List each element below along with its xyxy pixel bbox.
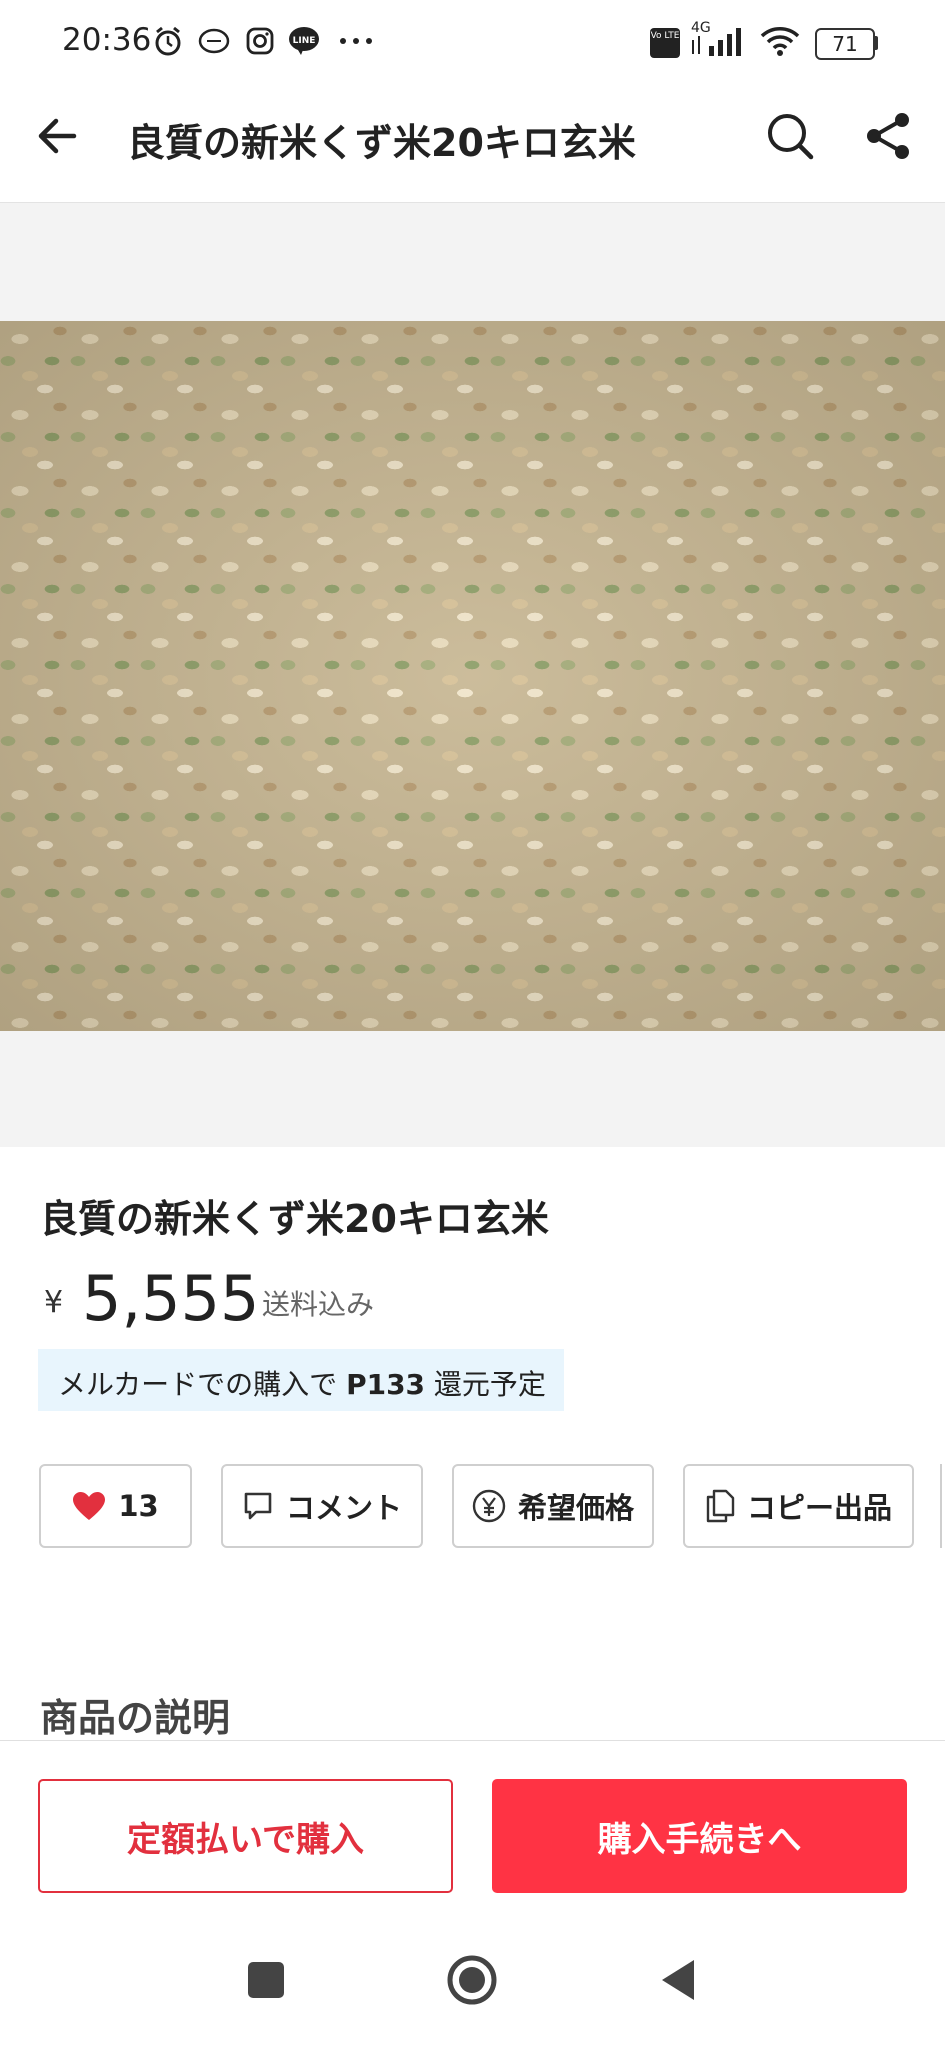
instagram-icon bbox=[242, 24, 278, 58]
copy-listing-label: コピー出品 bbox=[746, 1491, 892, 1525]
points-value: P133 bbox=[346, 1368, 426, 1401]
purchase-procedure-label: 購入手続きへ bbox=[597, 1819, 802, 1860]
system-back-button[interactable] bbox=[643, 1945, 713, 2015]
line-icon: LINE bbox=[286, 24, 322, 58]
recent-apps-button[interactable] bbox=[231, 1945, 301, 2015]
price-currency: ¥ bbox=[44, 1285, 64, 1320]
price-offer-button[interactable]: 希望価格 bbox=[452, 1464, 654, 1548]
system-nav-bar bbox=[0, 1910, 945, 2048]
price-value: 5,555 bbox=[82, 1262, 260, 1335]
yen-circle-icon bbox=[472, 1489, 506, 1523]
search-icon bbox=[768, 114, 814, 160]
points-reward-text: メルカードでの購入で P133 還元予定 bbox=[58, 1363, 546, 1403]
page-title: 良質の新米くず米20キロ玄米 bbox=[127, 121, 636, 165]
square-icon bbox=[248, 1962, 284, 1998]
more-dots-icon bbox=[336, 24, 376, 58]
comment-label: コメント bbox=[285, 1491, 402, 1525]
comment-button[interactable]: コメント bbox=[221, 1464, 423, 1548]
volte-icon: Vo LTE bbox=[650, 28, 680, 58]
price-offer-label: 希望価格 bbox=[517, 1491, 634, 1525]
status-time: 20:36 bbox=[62, 22, 152, 58]
app-bar: 良質の新米くず米20キロ玄米 bbox=[0, 84, 945, 203]
triangle-back-icon bbox=[662, 1960, 694, 2000]
installment-purchase-label: 定額払いで購入 bbox=[127, 1819, 364, 1860]
purchase-procedure-button[interactable]: 購入手続きへ bbox=[492, 1779, 907, 1893]
points-suffix: 還元予定 bbox=[425, 1368, 546, 1401]
installment-purchase-button[interactable]: 定額払いで購入 bbox=[38, 1779, 453, 1893]
copy-document-icon bbox=[706, 1489, 735, 1523]
copy-listing-button[interactable]: コピー出品 bbox=[683, 1464, 914, 1548]
product-photo-brown-rice[interactable] bbox=[0, 321, 945, 1031]
points-reward-banner: メルカードでの購入で P133 還元予定 bbox=[38, 1349, 564, 1411]
status-bar: 20:36 LINE Vo LTE 4G 71 bbox=[0, 0, 945, 84]
like-count: 13 bbox=[118, 1489, 159, 1523]
svg-text:LINE: LINE bbox=[293, 36, 316, 46]
purchase-bar: 定額払いで購入 購入手続きへ bbox=[0, 1740, 945, 1911]
points-prefix: メルカードでの購入で bbox=[58, 1368, 347, 1401]
share-icon bbox=[867, 113, 909, 159]
back-button[interactable] bbox=[28, 106, 88, 166]
signal-4g-icon bbox=[688, 24, 748, 58]
home-circle-icon bbox=[447, 1955, 497, 2005]
wifi-icon bbox=[758, 24, 802, 58]
share-button[interactable] bbox=[858, 106, 918, 166]
search-button[interactable] bbox=[760, 106, 820, 166]
alarm-icon bbox=[150, 24, 186, 58]
heart-icon bbox=[73, 1492, 106, 1520]
arrow-left-icon bbox=[38, 118, 77, 154]
comment-icon bbox=[244, 1492, 272, 1520]
battery-indicator: 71 bbox=[815, 28, 875, 60]
product-image-carousel[interactable] bbox=[0, 203, 945, 1147]
more-actions-chip-edge[interactable] bbox=[940, 1464, 945, 1548]
description-section-title: 商品の説明 bbox=[40, 1696, 231, 1740]
shipping-included-note: 送料込み bbox=[262, 1288, 375, 1321]
link-icon bbox=[196, 24, 232, 58]
like-button[interactable]: 13 bbox=[39, 1464, 192, 1548]
battery-tip bbox=[874, 36, 878, 50]
home-button[interactable] bbox=[437, 1945, 507, 2015]
product-name: 良質の新米くず米20キロ玄米 bbox=[40, 1197, 549, 1241]
